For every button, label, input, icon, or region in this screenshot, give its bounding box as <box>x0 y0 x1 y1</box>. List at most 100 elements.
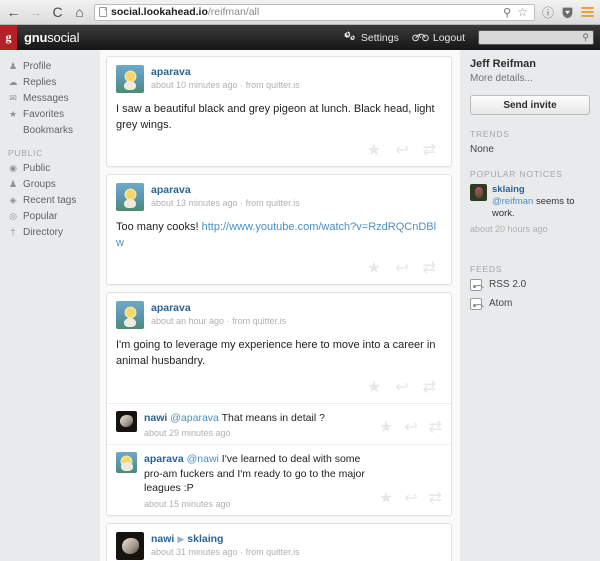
reply-icon[interactable]: ↩ <box>395 258 408 278</box>
more-details-link[interactable]: More details... <box>470 73 590 84</box>
info-icon[interactable]: ⓘ <box>542 4 554 21</box>
feed-label: Atom <box>489 298 513 310</box>
favorite-icon[interactable]: ★ <box>379 488 393 508</box>
send-invite-button[interactable]: Send invite <box>470 95 590 115</box>
reply-mention[interactable]: @aparava <box>170 412 219 424</box>
settings-label: Settings <box>360 31 399 44</box>
notice-author[interactable]: aparava <box>151 66 442 78</box>
avatar[interactable] <box>116 452 137 474</box>
favorite-icon[interactable]: ★ <box>367 258 381 278</box>
download-shield-icon[interactable] <box>561 6 574 19</box>
repeat-icon[interactable]: ⇄ <box>423 377 436 397</box>
sidebar-item-replies[interactable]: ☁ Replies <box>8 74 100 90</box>
notice-author-to[interactable]: sklaing <box>187 533 223 545</box>
reply-icon[interactable]: ↩ <box>395 377 408 397</box>
site-search-input[interactable] <box>483 32 583 43</box>
feed-item-rss[interactable]: RSS 2.0 <box>470 278 590 291</box>
reply-body: That means in detail ? <box>218 411 325 424</box>
logout-link[interactable]: Logout <box>412 31 465 45</box>
repeat-icon[interactable]: ⇄ <box>423 258 436 278</box>
notice-timestamp[interactable]: about an hour ago <box>151 316 224 326</box>
site-logo-text[interactable]: gnusocial <box>24 30 79 45</box>
notice-item[interactable]: aparava about 10 minutes ago · from quit… <box>106 56 452 168</box>
avatar[interactable] <box>116 301 144 330</box>
sidebar-item-groups[interactable]: ♟ Groups <box>8 176 100 192</box>
avatar[interactable] <box>116 410 137 432</box>
sidebar-item-messages[interactable]: ✉ Messages <box>8 90 100 106</box>
reply-timestamp[interactable]: about 29 minutes ago <box>144 428 372 438</box>
repeat-icon[interactable]: ⇄ <box>429 488 442 508</box>
reply-icon[interactable]: ↩ <box>395 140 408 160</box>
sidebar-item-recent-tags[interactable]: ◈ Recent tags <box>8 192 100 208</box>
search-icon[interactable]: ⚲ <box>503 6 511 19</box>
repeat-icon[interactable]: ⇄ <box>423 140 436 160</box>
meta-separator: · <box>240 80 244 90</box>
left-sidebar: ♟ Profile ☁ Replies ✉ Messages ★ Favorit… <box>0 50 100 561</box>
sidebar-item-label: Bookmarks <box>23 124 74 136</box>
sidebar-item-profile[interactable]: ♟ Profile <box>8 58 100 74</box>
favorite-icon[interactable]: ★ <box>379 417 393 437</box>
sidebar-item-public[interactable]: ◉ Public <box>8 160 100 176</box>
avatar[interactable] <box>116 531 144 560</box>
feeds-heading: FEEDS <box>470 263 503 274</box>
feed-item-atom[interactable]: Atom <box>470 297 590 310</box>
notice-author[interactable]: aparava <box>151 184 442 196</box>
reply-author[interactable]: aparava <box>144 453 184 465</box>
reply-item[interactable]: aparava @nawi I've learned to deal with … <box>107 445 451 514</box>
conversation-replies: nawi @aparava That means in detail ? abo… <box>107 402 451 515</box>
gnusocial-logo-mark[interactable]: g <box>0 25 17 50</box>
star-icon[interactable]: ☆ <box>517 5 528 19</box>
sidebar-item-popular[interactable]: ◎ Popular <box>8 208 100 224</box>
reply-author[interactable]: nawi <box>144 412 167 424</box>
notice-actions: ★ ↩ ⇄ <box>116 137 442 166</box>
notice-source[interactable]: from quitter.is <box>246 547 300 557</box>
notice-source[interactable]: from quitter.is <box>246 198 300 208</box>
reply-text: aparava @nawi I've learned to deal with … <box>144 452 372 495</box>
url-domain: social.lookahead.io <box>111 6 208 18</box>
reload-icon[interactable]: C <box>50 5 65 20</box>
sidebar-item-directory[interactable]: † Directory <box>8 224 100 240</box>
rss-icon <box>470 278 482 291</box>
repeat-icon[interactable]: ⇄ <box>429 417 442 437</box>
notice-timestamp[interactable]: about 13 minutes ago <box>151 198 238 208</box>
forward-arrow-icon[interactable]: → <box>28 5 43 20</box>
reply-icon[interactable]: ↩ <box>404 488 417 508</box>
popular-notice-item[interactable]: sklaing @reifman seems to work. <box>470 184 590 221</box>
reply-mention[interactable]: @nawi <box>187 453 219 465</box>
avatar[interactable] <box>470 184 487 201</box>
home-icon[interactable]: ⌂ <box>72 5 87 20</box>
sidebar-item-bookmarks[interactable]: Bookmarks <box>8 122 100 138</box>
notice-item[interactable]: nawi ▶ sklaing about 31 minutes ago · from… <box>106 522 452 561</box>
favorite-icon[interactable]: ★ <box>367 140 381 160</box>
avatar[interactable] <box>116 183 144 212</box>
address-bar[interactable]: social.lookahead.io/reifman/all ⚲ ☆ <box>94 3 535 21</box>
notice-author-from[interactable]: nawi <box>151 533 174 545</box>
notice-source[interactable]: from quitter.is <box>232 316 286 326</box>
settings-link[interactable]: Settings <box>344 30 399 45</box>
arrow-right-icon: ▶ <box>177 533 185 544</box>
avatar[interactable] <box>116 65 144 93</box>
reply-item[interactable]: nawi @aparava That means in detail ? abo… <box>107 404 451 446</box>
site-search-box[interactable]: ⚲ <box>478 30 594 45</box>
notice-author[interactable]: aparava <box>151 302 442 314</box>
search-icon[interactable]: ⚲ <box>582 32 589 43</box>
logout-label: Logout <box>432 31 465 44</box>
notice-item[interactable]: aparava about an hour ago · from quitter… <box>106 292 452 516</box>
notice-item[interactable]: aparava about 13 minutes ago · from quit… <box>106 174 452 286</box>
popular-notice-author[interactable]: sklaing <box>492 184 590 195</box>
reply-icon[interactable]: ↩ <box>404 417 417 437</box>
favorite-icon[interactable]: ★ <box>367 377 381 397</box>
popular-notice-mention[interactable]: @reifman <box>492 196 533 207</box>
speech-bubble-icon: ☁ <box>8 76 18 87</box>
notice-source[interactable]: from quitter.is <box>246 80 300 90</box>
reply-timestamp[interactable]: about 15 minutes ago <box>144 499 372 509</box>
back-arrow-icon[interactable]: ← <box>6 5 21 20</box>
notice-author[interactable]: nawi ▶ sklaing <box>151 533 442 545</box>
browser-toolbar: ← → C ⌂ social.lookahead.io/reifman/all … <box>0 0 600 25</box>
reply-text: nawi @aparava That means in detail ? <box>144 411 372 425</box>
popular-notice-timestamp[interactable]: about 20 hours ago <box>470 224 590 234</box>
hamburger-menu-icon[interactable] <box>581 7 594 17</box>
notice-timestamp[interactable]: about 10 minutes ago <box>151 80 238 90</box>
notice-timestamp[interactable]: about 31 minutes ago <box>151 547 238 557</box>
sidebar-item-favorites[interactable]: ★ Favorites <box>8 106 100 122</box>
